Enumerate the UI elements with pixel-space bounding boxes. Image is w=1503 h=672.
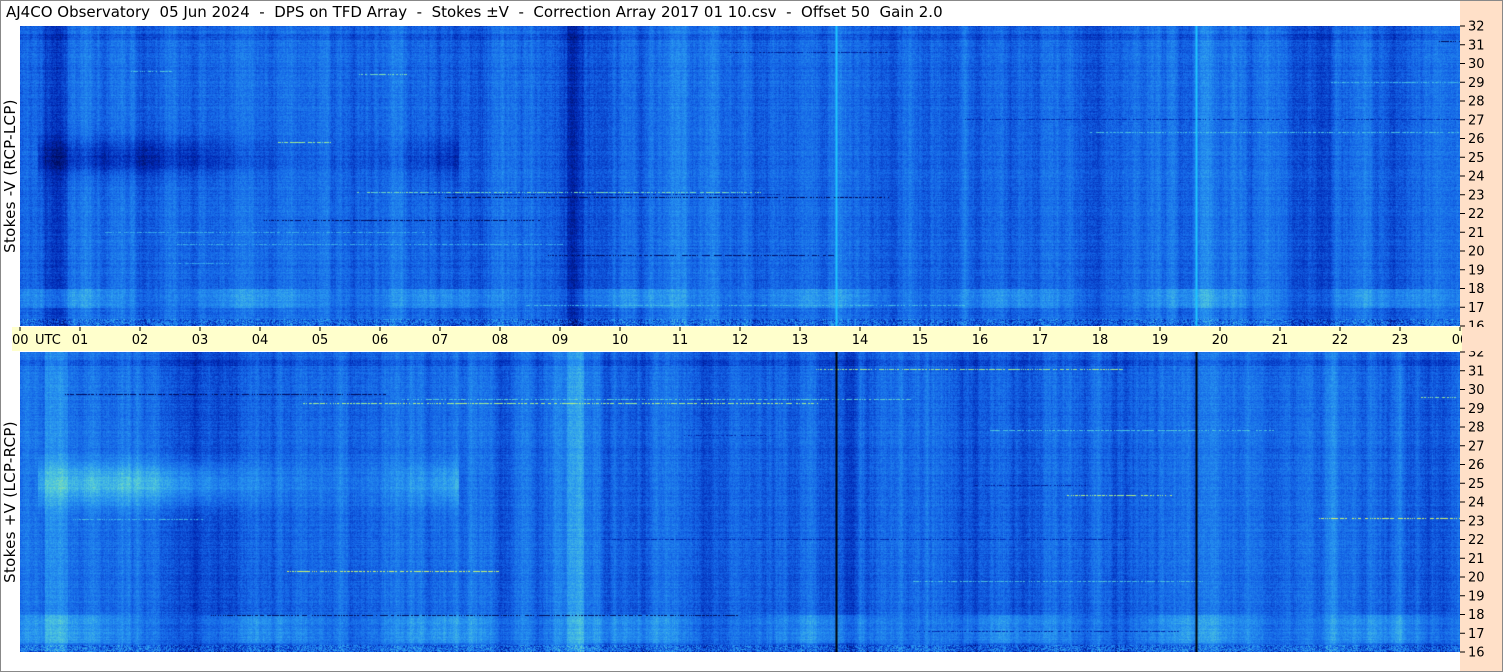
time-tick-label: 09 bbox=[552, 333, 569, 348]
time-tick-label: 11 bbox=[672, 333, 689, 348]
frequency-axis-bottom: 16 17 18 19 20 21 22 23 24 25 26 27 28 29 30 31 32 bbox=[1460, 351, 1503, 672]
time-tick-label: 05 bbox=[312, 333, 329, 348]
freq-tick-label: 22 bbox=[1468, 533, 1485, 548]
time-tick-label: 23 bbox=[1392, 333, 1409, 348]
freq-tick-label: 29 bbox=[1468, 76, 1485, 91]
freq-tick-label: 19 bbox=[1468, 263, 1485, 278]
freq-tick-label: 31 bbox=[1468, 364, 1485, 379]
time-tick-label: 06 bbox=[372, 333, 389, 348]
time-tick-label: 07 bbox=[432, 333, 449, 348]
freq-tick-label: 21 bbox=[1468, 552, 1485, 567]
top-panel-label: Stokes -V (RCP-LCP) bbox=[1, 99, 20, 253]
time-axis-svg: 00 UTC 01 02 03 04 05 06 07 08 09 10 11 12 13 14 15 16 17 1… bbox=[12, 327, 1462, 348]
bottom-panel-label-container: Stokes +V (LCP-RCP) bbox=[1, 352, 19, 652]
freq-tick-label: 28 bbox=[1468, 95, 1485, 110]
top-panel-label-container: Stokes -V (RCP-LCP) bbox=[1, 26, 19, 326]
freq-tick-label: 24 bbox=[1468, 496, 1485, 511]
freq-tick-label: 31 bbox=[1468, 38, 1485, 53]
freq-tick-label: 32 bbox=[1468, 351, 1485, 361]
time-tick-label: 18 bbox=[1092, 333, 1109, 348]
spectrogram-stokes-plus-v bbox=[20, 352, 1460, 652]
time-tick-label: 01 bbox=[72, 333, 89, 348]
freq-tick-label: 32 bbox=[1468, 20, 1485, 35]
time-tick-label: 14 bbox=[852, 333, 869, 348]
time-tick-label: 17 bbox=[1032, 333, 1049, 348]
freq-tick-label: 18 bbox=[1468, 608, 1485, 623]
time-tick-label: 00 bbox=[12, 333, 29, 348]
freq-tick-label: 18 bbox=[1468, 282, 1485, 297]
freq-tick-label: 28 bbox=[1468, 421, 1485, 436]
freq-tick-label: 27 bbox=[1468, 113, 1485, 128]
freq-tick-label: 23 bbox=[1468, 514, 1485, 529]
freq-tick-label: 30 bbox=[1468, 383, 1485, 398]
freq-tick-label: 16 bbox=[1468, 320, 1485, 328]
freq-tick-label: 24 bbox=[1468, 170, 1485, 185]
time-tick-label: 20 bbox=[1212, 333, 1229, 348]
spectrogram-canvas-bottom bbox=[20, 352, 1460, 652]
frequency-axis-bottom-svg: 16 17 18 19 20 21 22 23 24 25 26 27 28 29 30 31 32 bbox=[1460, 351, 1485, 661]
time-tick-label: 00 bbox=[1452, 333, 1462, 348]
time-axis: 00 UTC 01 02 03 04 05 06 07 08 09 10 11 12 13 14 15 16 17 1… bbox=[12, 327, 1462, 351]
time-tick-label: 21 bbox=[1272, 333, 1289, 348]
time-unit-label: UTC bbox=[35, 333, 61, 348]
time-tick-label: 12 bbox=[732, 333, 749, 348]
time-tick-label: 16 bbox=[972, 333, 989, 348]
freq-tick-label: 19 bbox=[1468, 589, 1485, 604]
axis-corner bbox=[1462, 327, 1503, 351]
freq-tick-label: 17 bbox=[1468, 301, 1485, 316]
freq-tick-label: 30 bbox=[1468, 57, 1485, 72]
freq-tick-label: 17 bbox=[1468, 627, 1485, 642]
freq-tick-label: 26 bbox=[1468, 458, 1485, 473]
frequency-axis-top-svg: 16 17 18 19 20 21 22 23 24 25 26 27 28 29 30 31 32 bbox=[1460, 20, 1485, 328]
time-tick-label: 13 bbox=[792, 333, 809, 348]
spectrogram-canvas-top bbox=[20, 26, 1460, 326]
freq-tick-label: 27 bbox=[1468, 439, 1485, 454]
freq-tick-label: 25 bbox=[1468, 477, 1485, 492]
time-tick-label: 04 bbox=[252, 333, 269, 348]
time-tick-label: 08 bbox=[492, 333, 509, 348]
freq-tick-label: 29 bbox=[1468, 402, 1485, 417]
chart-title: AJ4CO Observatory 05 Jun 2024 - DPS on T… bbox=[6, 3, 943, 21]
time-tick-label: 15 bbox=[912, 333, 929, 348]
time-tick-label: 03 bbox=[192, 333, 209, 348]
freq-tick-label: 16 bbox=[1468, 646, 1485, 661]
time-tick-label: 10 bbox=[612, 333, 629, 348]
time-tick-label: 19 bbox=[1152, 333, 1169, 348]
freq-tick-label: 26 bbox=[1468, 132, 1485, 147]
bottom-panel-label: Stokes +V (LCP-RCP) bbox=[1, 421, 20, 583]
frequency-axis-top: 16 17 18 19 20 21 22 23 24 25 26 27 28 29 30 31 32 bbox=[1460, 0, 1503, 327]
freq-tick-label: 23 bbox=[1468, 188, 1485, 203]
spectrogram-stokes-minus-v bbox=[20, 26, 1460, 326]
freq-tick-label: 22 bbox=[1468, 207, 1485, 222]
freq-tick-label: 21 bbox=[1468, 226, 1485, 241]
freq-tick-label: 20 bbox=[1468, 245, 1485, 260]
freq-tick-label: 25 bbox=[1468, 151, 1485, 166]
freq-tick-label: 20 bbox=[1468, 571, 1485, 586]
time-tick-label: 22 bbox=[1332, 333, 1349, 348]
time-tick-label: 02 bbox=[132, 333, 149, 348]
